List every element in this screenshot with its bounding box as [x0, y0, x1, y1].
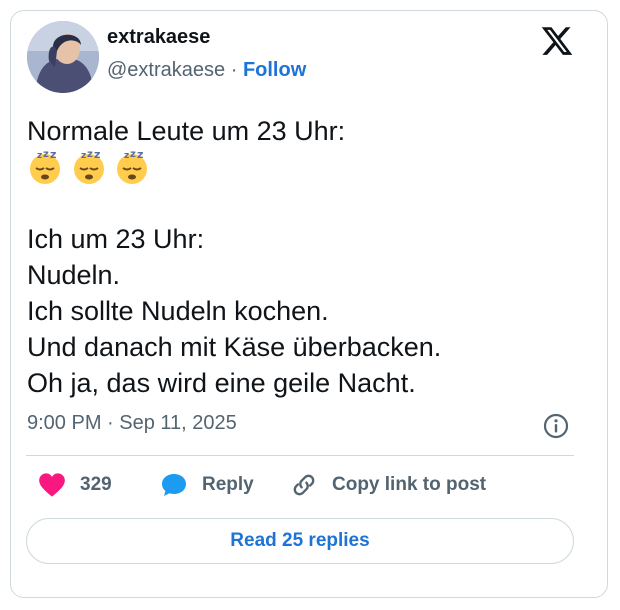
author-name[interactable]: extrakaese [107, 26, 210, 49]
follow-button[interactable]: Follow [243, 59, 306, 81]
svg-text:z: z [37, 151, 42, 161]
author-handle[interactable]: @extrakaese [107, 59, 225, 81]
emoji-row: z z z z z z z z z [27, 148, 441, 185]
reply-label: Reply [202, 474, 254, 495]
read-replies-button[interactable]: Read 25 replies [26, 518, 574, 564]
copy-link-label: Copy link to post [332, 474, 487, 495]
tweet-line: Oh ja, das wird eine geile Nacht. [27, 368, 416, 398]
copy-link-button[interactable]: Copy link to post [290, 470, 486, 500]
link-icon [293, 474, 315, 496]
svg-text:z: z [124, 151, 129, 161]
tweet-line: Ich sollte Nudeln kochen. [27, 296, 329, 326]
tweet-body: Normale Leute um 23 Uhr: z z z z z z z z [27, 113, 441, 401]
avatar[interactable] [27, 21, 99, 93]
like-count: 329 [80, 474, 112, 495]
speech-bubble-icon [162, 474, 186, 496]
tweet-line: Und danach mit Käse überbacken. [27, 332, 442, 362]
timestamp[interactable]: 9:00 PM · Sep 11, 2025 [27, 412, 237, 435]
tweet-line: Ich um 23 Uhr: [27, 224, 205, 254]
svg-text:z: z [87, 149, 93, 160]
sleeping-face-emoji: z z z [73, 148, 104, 184]
svg-text:z: z [130, 149, 136, 160]
sleeping-face-emoji: z z z [117, 148, 148, 184]
heart-icon [39, 473, 65, 497]
divider [26, 455, 574, 456]
svg-text:z: z [43, 149, 49, 160]
reply-button[interactable]: Reply [160, 470, 254, 500]
action-bar: 329 Reply Copy link to post [26, 470, 586, 500]
svg-text:z: z [94, 149, 100, 161]
sleeping-face-emoji: z z z [30, 148, 60, 184]
separator-dot: · [230, 59, 238, 81]
svg-text:z: z [50, 149, 56, 161]
handle-row: @extrakaese · Follow [107, 59, 306, 82]
info-icon[interactable] [542, 412, 570, 440]
tweet-line: Normale Leute um 23 Uhr: [27, 116, 346, 146]
x-logo-icon[interactable] [540, 24, 574, 58]
read-replies-label: Read 25 replies [230, 530, 370, 551]
like-button[interactable]: 329 [38, 470, 112, 500]
tweet-line: Nudeln. [27, 260, 121, 290]
svg-text:z: z [137, 149, 143, 161]
svg-text:z: z [81, 151, 86, 161]
